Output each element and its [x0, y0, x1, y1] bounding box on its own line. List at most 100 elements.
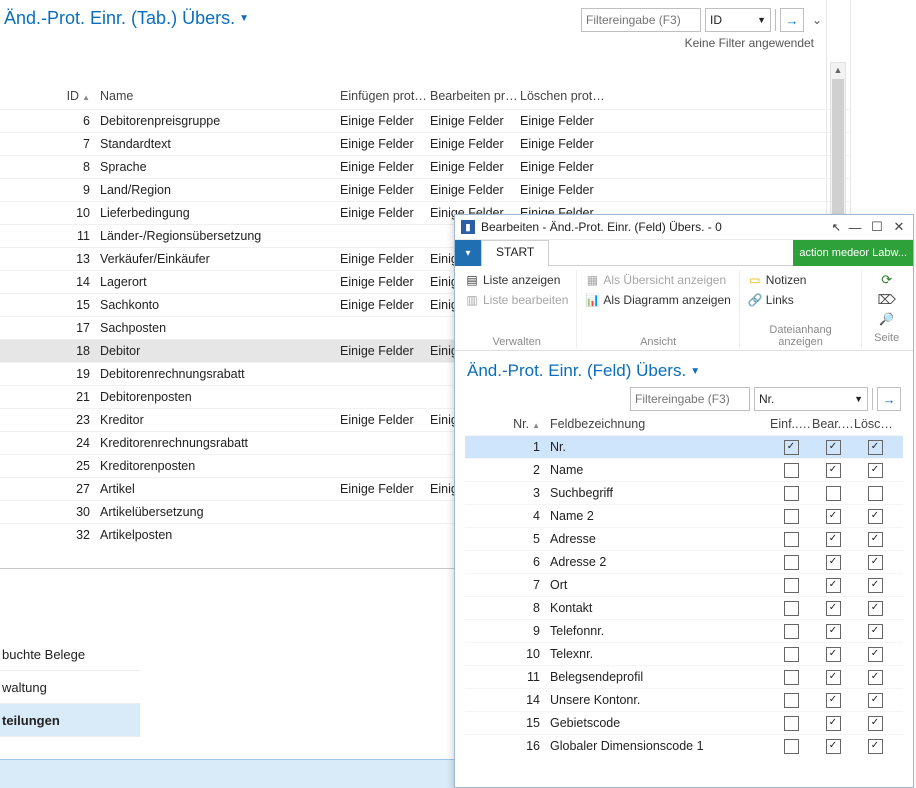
checkbox-edit[interactable] — [826, 509, 841, 524]
cell-nr: 3 — [465, 486, 550, 500]
col-upd[interactable]: Bear... prot... — [812, 417, 854, 431]
refresh-icon[interactable]: ⟳ — [881, 272, 892, 288]
col-delete[interactable]: Löschen protokollier... — [520, 89, 610, 103]
checkbox-insert[interactable] — [784, 601, 799, 616]
checkbox-edit[interactable] — [826, 601, 841, 616]
checkbox-delete[interactable] — [868, 601, 883, 616]
checkbox-edit[interactable] — [826, 624, 841, 639]
col-insert[interactable]: Einfügen protokollier... — [340, 89, 430, 103]
checkbox-delete[interactable] — [868, 647, 883, 662]
checkbox-insert[interactable] — [784, 670, 799, 685]
table-row[interactable]: 15Gebietscode — [465, 711, 903, 734]
sidebar-item[interactable]: waltung — [0, 671, 140, 704]
checkbox-insert[interactable] — [784, 578, 799, 593]
list-show-button[interactable]: ▤Liste anzeigen — [465, 270, 568, 290]
checkbox-delete[interactable] — [868, 739, 883, 754]
table-row[interactable]: 10Telexnr. — [465, 642, 903, 665]
checkbox-edit[interactable] — [826, 578, 841, 593]
checkbox-edit[interactable] — [826, 716, 841, 731]
checkbox-delete[interactable] — [868, 555, 883, 570]
table-row[interactable]: 6Adresse 2 — [465, 550, 903, 573]
expand-filter-button[interactable]: ⌄ — [808, 13, 826, 27]
checkbox-edit[interactable] — [826, 440, 841, 455]
overlay-titlebar[interactable]: ▮ Bearbeiten - Änd.-Prot. Einr. (Feld) Ü… — [455, 215, 913, 240]
checkbox-insert[interactable] — [784, 555, 799, 570]
table-row[interactable]: 14Unsere Kontonr. — [465, 688, 903, 711]
show-chart-button[interactable]: 📊Als Diagramm anzeigen — [585, 290, 730, 310]
checkbox-insert[interactable] — [784, 463, 799, 478]
checkbox-insert[interactable] — [784, 486, 799, 501]
checkbox-insert[interactable] — [784, 509, 799, 524]
col-caption[interactable]: Feldbezeichnung — [550, 417, 770, 431]
sidebar-item[interactable]: buchte Belege — [0, 638, 140, 671]
checkbox-delete[interactable] — [868, 716, 883, 731]
notes-button[interactable]: ▭Notizen — [748, 270, 854, 290]
col-del[interactable]: Lösc... prot... — [854, 417, 896, 431]
overlay-filter-input[interactable] — [630, 387, 750, 411]
col-name[interactable]: Name — [100, 89, 340, 103]
table-row[interactable]: 2Name — [465, 458, 903, 481]
checkbox-delete[interactable] — [868, 693, 883, 708]
col-edit[interactable]: Bearbeiten protokollier... — [430, 89, 520, 103]
checkbox-insert[interactable] — [784, 716, 799, 731]
chevron-down-icon[interactable]: ▼ — [239, 13, 249, 24]
table-row[interactable]: 1Nr. — [465, 435, 903, 458]
checkbox-edit[interactable] — [826, 739, 841, 754]
company-badge[interactable]: action medeor Labw... — [793, 240, 913, 266]
checkbox-edit[interactable] — [826, 555, 841, 570]
checkbox-insert[interactable] — [784, 624, 799, 639]
table-row[interactable]: 8SpracheEinige FelderEinige FelderEinige… — [0, 155, 850, 178]
table-row[interactable]: 7Ort — [465, 573, 903, 596]
checkbox-delete[interactable] — [868, 670, 883, 685]
maximize-button[interactable]: ☐ — [869, 219, 885, 235]
links-button[interactable]: 🔗Links — [748, 290, 854, 310]
table-row[interactable]: 9Telefonnr. — [465, 619, 903, 642]
overlay-filter-field-select[interactable]: Nr. ▼ — [754, 387, 868, 411]
table-row[interactable]: 3Suchbegriff — [465, 481, 903, 504]
show-overview-button[interactable]: ▦Als Übersicht anzeigen — [585, 270, 730, 290]
checkbox-delete[interactable] — [868, 532, 883, 547]
table-row[interactable]: 11Belegsendeprofil — [465, 665, 903, 688]
checkbox-insert[interactable] — [784, 739, 799, 754]
overlay-filter-go-button[interactable]: → — [877, 387, 901, 411]
table-row[interactable]: 8Kontakt — [465, 596, 903, 619]
checkbox-delete[interactable] — [868, 463, 883, 478]
checkbox-delete[interactable] — [868, 578, 883, 593]
find-icon[interactable]: 🔎 — [879, 312, 894, 326]
list-edit-button[interactable]: ▥Liste bearbeiten — [465, 290, 568, 310]
table-row[interactable]: 16Globaler Dimensionscode 1 — [465, 734, 903, 757]
close-button[interactable]: ✕ — [891, 219, 907, 235]
checkbox-delete[interactable] — [868, 440, 883, 455]
ribbon-tab-start[interactable]: START — [481, 240, 549, 266]
table-row[interactable]: 6DebitorenpreisgruppeEinige FelderEinige… — [0, 109, 850, 132]
checkbox-insert[interactable] — [784, 647, 799, 662]
minimize-button[interactable]: — — [847, 220, 863, 235]
filter-input[interactable] — [581, 8, 701, 32]
table-row[interactable]: 7StandardtextEinige FelderEinige FelderE… — [0, 132, 850, 155]
checkbox-delete[interactable] — [868, 509, 883, 524]
table-row[interactable]: 5Adresse — [465, 527, 903, 550]
sidebar-item[interactable]: teilungen — [0, 704, 140, 737]
table-row[interactable]: 9Land/RegionEinige FelderEinige FelderEi… — [0, 178, 850, 201]
col-id[interactable]: ID▲ — [0, 89, 100, 103]
checkbox-edit[interactable] — [826, 486, 841, 501]
col-nr[interactable]: Nr.▲ — [465, 417, 550, 431]
clear-filter-icon[interactable]: ⌦ — [878, 292, 896, 308]
chevron-down-icon[interactable]: ▼ — [690, 366, 700, 377]
ribbon-file-button[interactable]: ▾ — [455, 240, 481, 266]
checkbox-edit[interactable] — [826, 463, 841, 478]
checkbox-edit[interactable] — [826, 670, 841, 685]
checkbox-edit[interactable] — [826, 647, 841, 662]
table-row[interactable]: 4Name 2 — [465, 504, 903, 527]
checkbox-insert[interactable] — [784, 693, 799, 708]
col-ins[interactable]: Einf... prot... — [770, 417, 812, 431]
filter-go-button[interactable]: → — [780, 8, 804, 32]
checkbox-delete[interactable] — [868, 624, 883, 639]
checkbox-edit[interactable] — [826, 532, 841, 547]
checkbox-insert[interactable] — [784, 440, 799, 455]
checkbox-edit[interactable] — [826, 693, 841, 708]
checkbox-insert[interactable] — [784, 532, 799, 547]
filter-field-select[interactable]: ID ▼ — [705, 8, 771, 32]
scroll-up-button[interactable]: ▲ — [831, 63, 845, 77]
checkbox-delete[interactable] — [868, 486, 883, 501]
